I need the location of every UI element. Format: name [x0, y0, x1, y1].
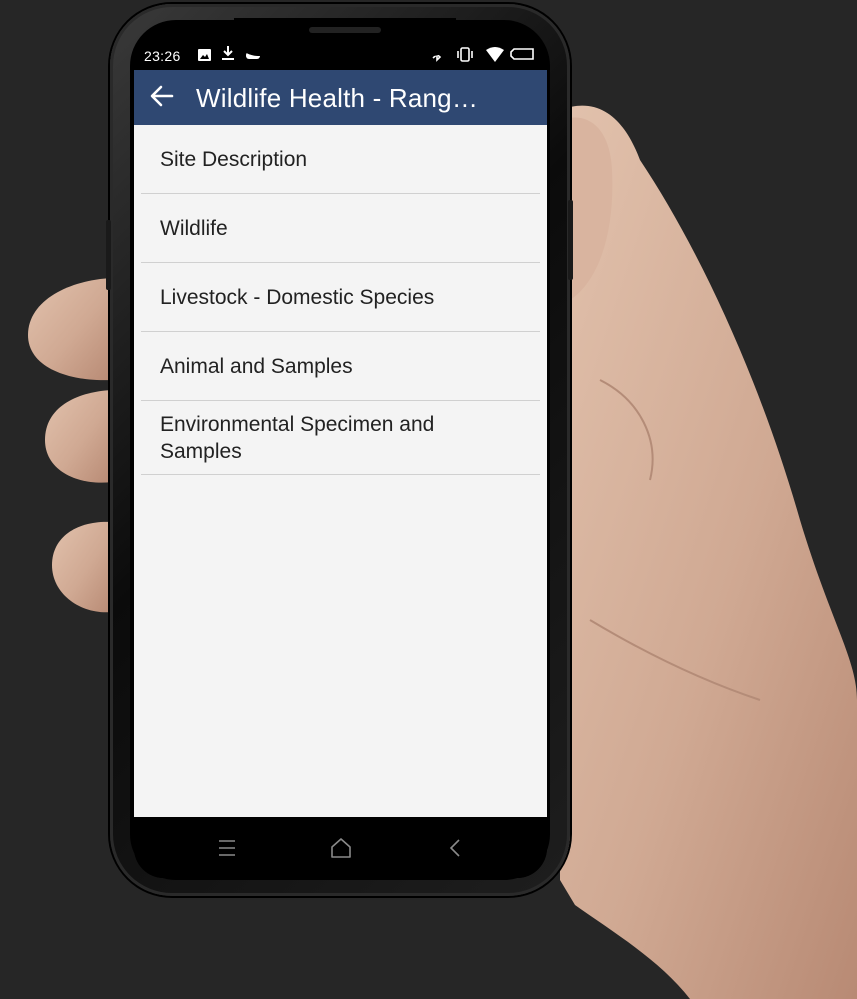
- menu-item-animal-samples[interactable]: Animal and Samples: [141, 332, 540, 401]
- menu-item-livestock[interactable]: Livestock - Domestic Species: [141, 263, 540, 332]
- app-bar: Wildlife Health - Rang…: [134, 70, 547, 125]
- menu-item-label: Site Description: [160, 147, 308, 171]
- page-title: Wildlife Health - Rang…: [196, 83, 479, 113]
- phone-screen: 23:26 Wildlife Health - Rang… Site Descr…: [134, 40, 547, 878]
- menu-item-environmental-specimen[interactable]: Environmental Specimen and Samples: [141, 401, 540, 475]
- status-time: 23:26: [144, 48, 181, 64]
- menu-list: Site Description Wildlife Livestock - Do…: [134, 125, 547, 475]
- power-button: [568, 200, 573, 280]
- image-icon: [198, 49, 211, 63]
- menu-content: Site Description Wildlife Livestock - Do…: [134, 125, 547, 817]
- wifi-icon: [486, 47, 504, 64]
- menu-item-label: Animal and Samples: [160, 354, 353, 378]
- vibrate-icon: [456, 47, 474, 64]
- menu-item-label: Environmental Specimen and Samples: [160, 412, 435, 463]
- camera-notch: [234, 18, 456, 56]
- menu-icon[interactable]: [212, 833, 242, 863]
- home-icon[interactable]: [326, 833, 356, 863]
- back-chevron-icon[interactable]: [440, 833, 470, 863]
- menu-item-site-description[interactable]: Site Description: [141, 125, 540, 194]
- download-icon: [222, 46, 234, 63]
- battery-icon: [510, 48, 534, 62]
- arrow-left-icon[interactable]: [148, 82, 176, 110]
- earpiece-speaker: [309, 27, 381, 33]
- menu-item-label: Livestock - Domestic Species: [160, 285, 435, 309]
- menu-item-label: Wildlife: [160, 216, 228, 240]
- volume-button: [106, 220, 111, 290]
- system-nav-bar: [134, 817, 547, 878]
- menu-item-wildlife[interactable]: Wildlife: [141, 194, 540, 263]
